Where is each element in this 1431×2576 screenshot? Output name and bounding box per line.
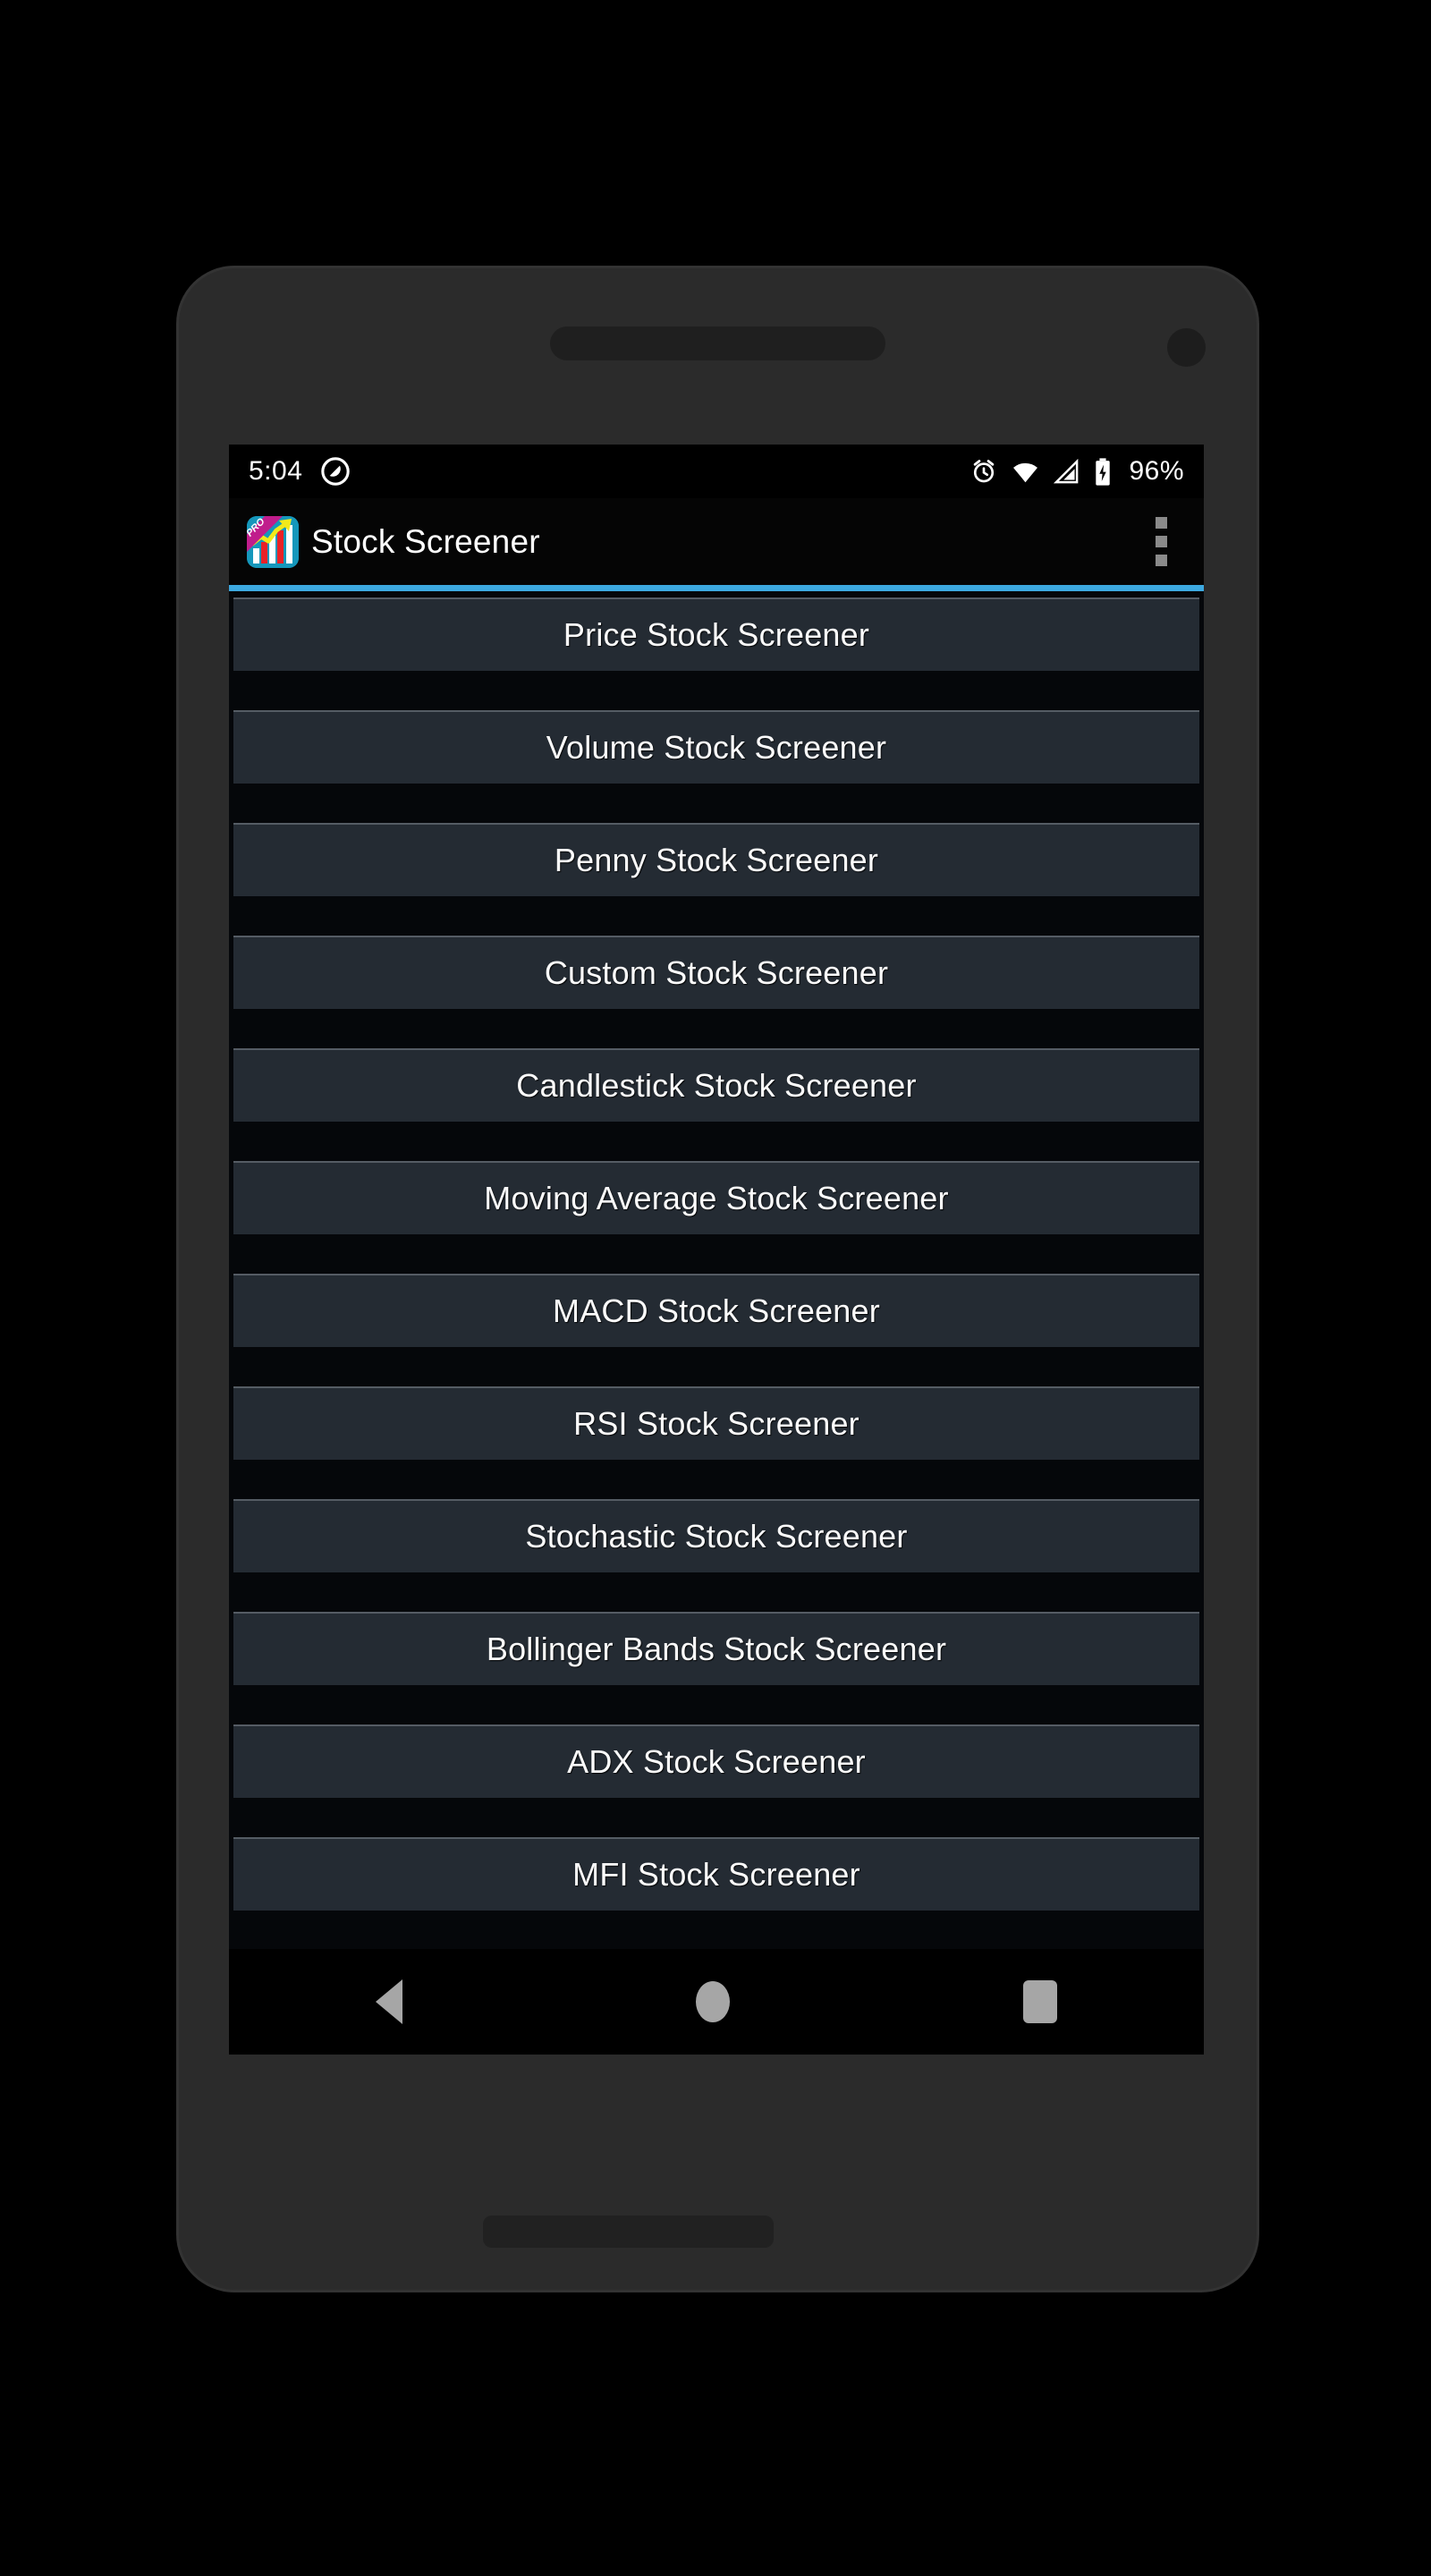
app-bar-title: Stock Screener — [311, 522, 540, 560]
do-not-disturb-icon — [320, 456, 351, 487]
phone-top-bezel — [179, 268, 1257, 447]
wifi-icon — [1011, 457, 1040, 487]
list-item-label: Candlestick Stock Screener — [516, 1067, 917, 1104]
status-bar: 5:04 96% — [229, 445, 1204, 498]
list-item-label: RSI Stock Screener — [573, 1405, 859, 1442]
cell-signal-icon — [1053, 458, 1080, 486]
list-item[interactable]: RSI Stock Screener — [233, 1386, 1199, 1460]
list-item-label: Price Stock Screener — [563, 616, 870, 653]
list-item[interactable]: Bollinger Bands Stock Screener — [233, 1612, 1199, 1685]
home-pill — [483, 2216, 774, 2248]
list-item[interactable]: MFI Stock Screener — [233, 1837, 1199, 1911]
list-item-label: Bollinger Bands Stock Screener — [486, 1631, 947, 1667]
list-item-label: Penny Stock Screener — [554, 842, 879, 878]
list-item[interactable]: Volume Stock Screener — [233, 710, 1199, 784]
list-item[interactable]: MACD Stock Screener — [233, 1274, 1199, 1347]
list-item[interactable]: Candlestick Stock Screener — [233, 1048, 1199, 1122]
list-item-label: MFI Stock Screener — [572, 1856, 860, 1893]
phone-screen: 5:04 96% PRO Stock Screener Price Stock … — [229, 445, 1204, 2055]
alarm-clock-icon — [970, 457, 998, 486]
list-item[interactable]: Custom Stock Screener — [233, 936, 1199, 1009]
list-item-label: Custom Stock Screener — [544, 954, 889, 991]
list-item[interactable]: ADX Stock Screener — [233, 1724, 1199, 1798]
list-item-label: Stochastic Stock Screener — [525, 1518, 908, 1555]
status-clock: 5:04 — [249, 456, 303, 486]
status-bar-left: 5:04 — [249, 456, 351, 487]
home-button-icon[interactable] — [696, 1981, 730, 2022]
app-bar: PRO Stock Screener — [229, 498, 1204, 585]
list-item-label: MACD Stock Screener — [553, 1292, 880, 1329]
list-item-label: Moving Average Stock Screener — [484, 1180, 949, 1216]
app-bar-accent-divider — [229, 585, 1204, 591]
list-item[interactable]: Moving Average Stock Screener — [233, 1161, 1199, 1234]
app-logo-icon: PRO — [247, 515, 299, 568]
list-item-label: ADX Stock Screener — [567, 1743, 866, 1780]
overflow-menu-button[interactable] — [1141, 511, 1181, 573]
android-navigation-bar — [229, 1949, 1204, 2055]
earpiece-speaker — [550, 326, 885, 360]
phone-bottom-bezel — [179, 2147, 1257, 2290]
overflow-dot — [1155, 517, 1167, 529]
list-item[interactable]: Price Stock Screener — [233, 597, 1199, 671]
phone-frame: 5:04 96% PRO Stock Screener Price Stock … — [179, 268, 1257, 2290]
list-item[interactable]: Penny Stock Screener — [233, 823, 1199, 896]
list-item-label: Volume Stock Screener — [546, 729, 887, 766]
battery-charging-icon — [1093, 457, 1113, 487]
overflow-dot — [1155, 536, 1167, 547]
list-item[interactable]: Stochastic Stock Screener — [233, 1499, 1199, 1572]
battery-percent-label: 96% — [1129, 456, 1184, 486]
screener-list[interactable]: Price Stock Screener Volume Stock Screen… — [229, 591, 1204, 2055]
front-camera-icon — [1167, 328, 1206, 367]
back-button-icon[interactable] — [376, 1979, 402, 2024]
recents-button-icon[interactable] — [1023, 1980, 1057, 2023]
overflow-dot — [1155, 555, 1167, 566]
status-bar-right: 96% — [970, 456, 1184, 487]
